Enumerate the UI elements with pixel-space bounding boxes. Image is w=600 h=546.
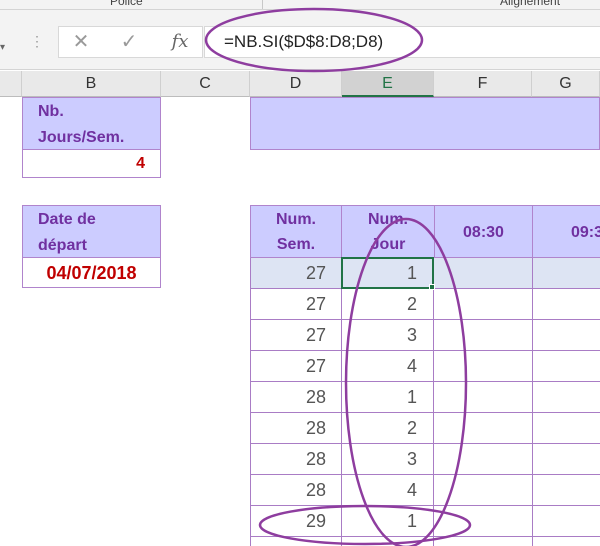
row-highlight-oval: [258, 504, 472, 546]
annotation-overlay: [204, 7, 472, 546]
column-highlight-oval: [344, 217, 468, 546]
spreadsheet-window: Police Alignement ▾ ⋮ ✕ ✓ fx =NB.SI($D$8…: [0, 0, 600, 546]
formula-highlight-oval: [204, 7, 424, 73]
